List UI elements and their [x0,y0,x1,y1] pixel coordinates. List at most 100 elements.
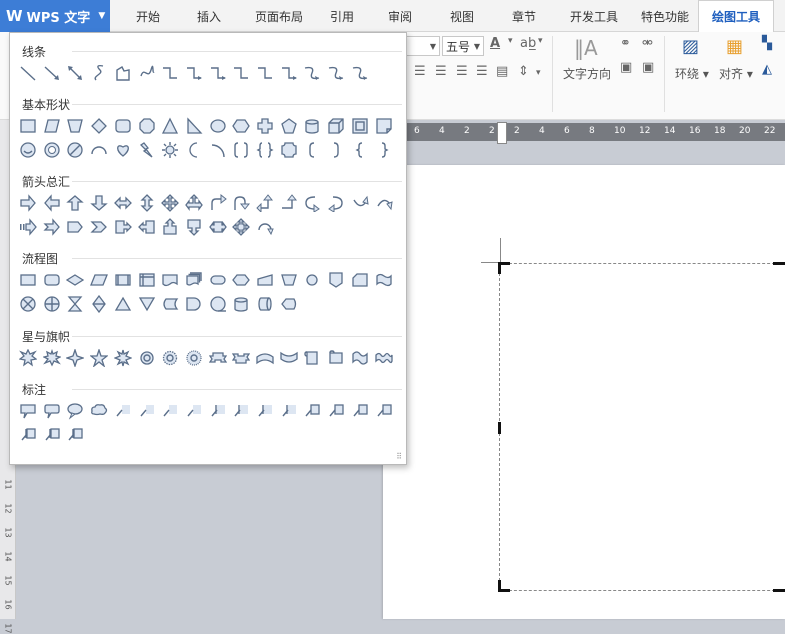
bent-up-arrow-icon[interactable] [278,192,300,214]
tab-0[interactable]: 开始 [122,0,174,32]
preparation-icon[interactable] [230,269,252,291]
right-triangle-icon[interactable] [183,115,205,137]
data-icon[interactable] [88,269,110,291]
tab-9[interactable]: 绘图工具 [698,0,774,32]
folded-corner-icon[interactable] [373,115,395,137]
resize-handle[interactable] [498,580,501,592]
vertical-scroll-icon[interactable] [301,347,323,369]
circular-arrow-icon[interactable] [254,216,276,238]
16-point-star-icon[interactable] [136,347,158,369]
cloud-callout-icon[interactable] [88,400,110,422]
wrap-label[interactable]: 环绕 ▾ [675,65,709,82]
left-arrow-callout-icon[interactable] [136,216,158,238]
striped-right-arrow-icon[interactable] [17,216,39,238]
sort-icon[interactable] [88,293,110,315]
ellipse-icon[interactable] [207,115,229,137]
border-callout-1-icon[interactable] [301,400,323,422]
heart-icon[interactable] [112,139,134,161]
elbow-connector-2-icon[interactable] [254,62,276,84]
up-arrow-callout-icon[interactable] [159,216,181,238]
tab-8[interactable]: 特色功能 [632,0,698,32]
group-icon[interactable]: ▚ [762,36,772,51]
right-arrow-icon[interactable] [17,192,39,214]
diamond-icon[interactable] [88,115,110,137]
down-arrow-icon[interactable] [88,192,110,214]
left-brace-icon[interactable] [349,139,371,161]
can-icon[interactable] [301,115,323,137]
plaque-icon[interactable] [278,139,300,161]
terminator-icon[interactable] [207,269,229,291]
trapezoid-icon[interactable] [64,115,86,137]
line-spacing-icon[interactable]: ⇕ [518,64,529,79]
elbow-connector-icon[interactable] [159,62,181,84]
24-point-star-icon[interactable] [159,347,181,369]
sun-icon[interactable] [159,139,181,161]
card-icon[interactable] [349,269,371,291]
4-point-star-icon[interactable] [64,347,86,369]
curved-up-ribbon-icon[interactable] [254,347,276,369]
chevron-down-icon[interactable]: ▾ [538,36,543,46]
tab-7[interactable]: 开发工具 [560,0,628,32]
tab-3[interactable]: 引用 [318,0,366,32]
alternate-process-icon[interactable] [41,269,63,291]
punched-tape-icon[interactable] [373,269,395,291]
quad-arrow-callout-icon[interactable] [230,216,252,238]
right-brace-icon[interactable] [373,139,395,161]
resize-handle[interactable] [773,262,785,265]
curved-arrow-connector-icon[interactable] [325,62,347,84]
align-right-icon[interactable]: ☰ [456,64,468,79]
extract-icon[interactable] [112,293,134,315]
bent-arrow-icon[interactable] [207,192,229,214]
curved-left-arrow-icon[interactable] [325,192,347,214]
multidocument-icon[interactable] [183,269,205,291]
curved-down-ribbon-icon[interactable] [278,347,300,369]
magnetic-disk-icon[interactable] [230,293,252,315]
rect-callout-icon[interactable] [17,400,39,422]
left-arrow-icon[interactable] [41,192,63,214]
curved-connector-icon[interactable] [301,62,323,84]
font-size-combo[interactable]: 五号 ▼ [442,36,484,56]
manual-operation-icon[interactable] [278,269,300,291]
quad-arrow-icon[interactable] [159,192,181,214]
justify-icon[interactable]: ☰ [476,64,488,79]
left-right-arrow-callout-icon[interactable] [207,216,229,238]
summing-junction-icon[interactable] [17,293,39,315]
tab-2[interactable]: 页面布局 [240,0,318,32]
horizontal-scroll-icon[interactable] [325,347,347,369]
curved-double-arrow-connector-icon[interactable] [349,62,371,84]
triangle-icon[interactable] [159,115,181,137]
align-center-icon[interactable]: ☰ [435,64,447,79]
32-point-star-icon[interactable] [183,347,205,369]
wrap-icon[interactable]: ▨ [682,36,699,57]
oval-callout-icon[interactable] [64,400,86,422]
5-point-star-icon[interactable] [88,347,110,369]
manual-input-icon[interactable] [254,269,276,291]
elbow-double-arrow-icon[interactable] [278,62,300,84]
notched-right-arrow-icon[interactable] [41,216,63,238]
elbow-double-arrow-connector-icon[interactable] [207,62,229,84]
off-page-connector-icon[interactable] [325,269,347,291]
tab-1[interactable]: 插入 [183,0,235,32]
curved-up-arrow-icon[interactable] [349,192,371,214]
align-label[interactable]: 对齐 ▾ [719,65,753,82]
u-turn-arrow-icon[interactable] [230,192,252,214]
double-bracket-icon[interactable] [230,139,252,161]
parallelogram-icon[interactable] [41,115,63,137]
tab-4[interactable]: 审阅 [372,0,428,32]
accent-callout-1-icon[interactable] [207,400,229,422]
up-down-arrow-icon[interactable] [136,192,158,214]
bevel-icon[interactable] [349,115,371,137]
curve-icon[interactable] [88,62,110,84]
line-icon[interactable] [17,62,39,84]
text-box-icon[interactable]: ▣ [620,60,632,75]
border-callout-3-icon[interactable] [349,400,371,422]
double-wave-icon[interactable] [373,347,395,369]
accent-border-callout-1-icon[interactable] [17,424,39,446]
explosion-2-icon[interactable] [41,347,63,369]
internal-storage-icon[interactable] [136,269,158,291]
font-color-icon[interactable]: A [490,36,500,51]
elbow-arrow-connector-icon[interactable] [183,62,205,84]
accent-callout-2-icon[interactable] [230,400,252,422]
border-callout-2-icon[interactable] [325,400,347,422]
left-right-arrow-icon[interactable] [112,192,134,214]
